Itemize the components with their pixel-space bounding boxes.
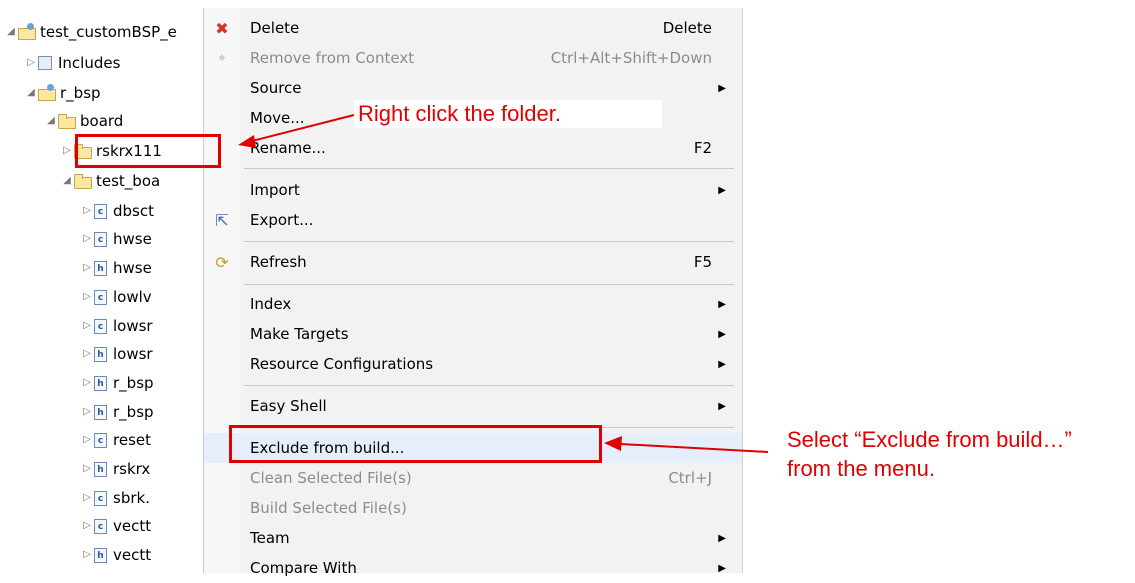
arrow-line-right-click [251,114,355,142]
arrowhead-icon [238,135,256,148]
arrowhead-icon [604,436,622,451]
arrow-line-exclude [619,443,769,453]
annotation-arrows [238,114,769,453]
annotation-select-line2: from the menu. [787,455,1132,483]
annotation-select-line1: Select “Exclude from build…” [787,426,1132,454]
annotation-right-click: Right click the folder. [354,100,662,128]
